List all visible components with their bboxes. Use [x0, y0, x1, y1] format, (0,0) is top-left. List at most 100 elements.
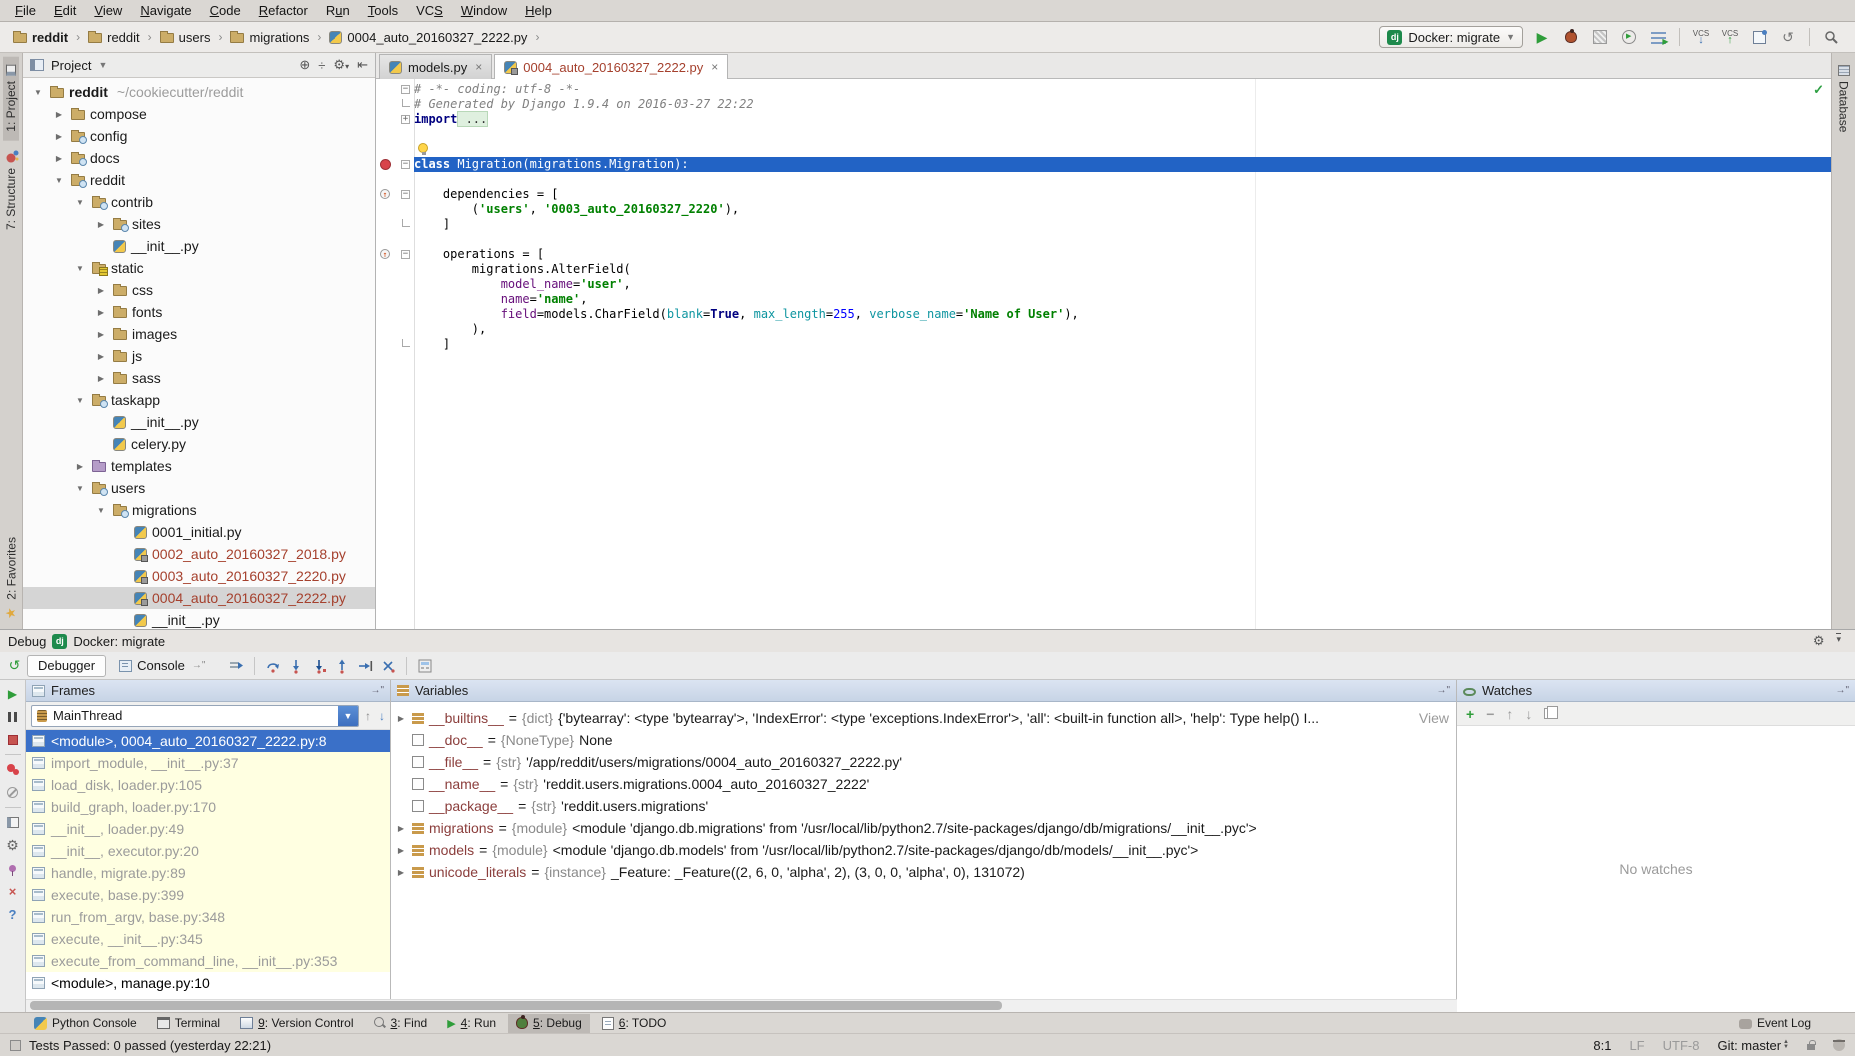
- thread-selector[interactable]: MainThread ▼: [31, 705, 359, 727]
- code-line[interactable]: ),: [376, 322, 1831, 337]
- code-line[interactable]: model_name='user',: [376, 277, 1831, 292]
- smart-step-into-button[interactable]: [378, 656, 398, 676]
- profiler-button[interactable]: [1619, 27, 1639, 47]
- menu-navigate[interactable]: Navigate: [131, 1, 200, 20]
- tree-item[interactable]: 0004_auto_20160327_2222.py: [23, 587, 375, 609]
- menu-view[interactable]: View: [85, 1, 131, 20]
- float-panel-icon[interactable]: →": [1835, 685, 1849, 696]
- code-line[interactable]: field=models.CharField(blank=True, max_l…: [376, 307, 1831, 322]
- collapsed-arrow-icon[interactable]: ▶: [94, 220, 108, 229]
- tool-window-button-find[interactable]: 3: Find: [366, 1014, 436, 1033]
- locate-file-button[interactable]: ⊕: [299, 57, 310, 73]
- code-line[interactable]: ↑− operations = [: [376, 247, 1831, 262]
- tree-item[interactable]: ▶compose: [23, 103, 375, 125]
- tree-item[interactable]: ▼reddit: [23, 169, 375, 191]
- expanded-arrow-icon[interactable]: ▼: [73, 396, 87, 405]
- view-link[interactable]: View: [1419, 710, 1452, 726]
- breadcrumb-item[interactable]: reddit: [85, 29, 143, 46]
- editor-tab[interactable]: models.py×: [379, 54, 492, 79]
- revert-button[interactable]: ↺: [1778, 27, 1798, 47]
- collapsed-arrow-icon[interactable]: ▶: [94, 308, 108, 317]
- vcs-commit-button[interactable]: VCS↑: [1720, 27, 1740, 47]
- editor-tab[interactable]: 0004_auto_20160327_2222.py×: [494, 54, 728, 79]
- event-log-button[interactable]: Event Log: [1731, 1014, 1819, 1033]
- variable-row[interactable]: ▶__builtins__ = {dict}{'bytearray': <typ…: [391, 707, 1456, 729]
- code-line[interactable]: [376, 172, 1831, 187]
- tree-item[interactable]: 0001_initial.py: [23, 521, 375, 543]
- debugger-settings-button[interactable]: ⚙: [4, 837, 21, 854]
- frame-row[interactable]: import_module, __init__.py:37: [26, 752, 390, 774]
- code-line[interactable]: −class Migration(migrations.Migration):: [376, 157, 1831, 172]
- code-line[interactable]: −# -*- coding: utf-8 -*-: [376, 82, 1831, 97]
- move-watch-up-button[interactable]: ↑: [1506, 706, 1513, 722]
- close-debug-button[interactable]: ×: [4, 883, 21, 900]
- tool-window-button-terminal[interactable]: Terminal: [149, 1014, 228, 1033]
- variable-row[interactable]: __file__ = {str}'/app/reddit/users/migra…: [391, 751, 1456, 773]
- next-frame-button[interactable]: ↓: [379, 709, 385, 723]
- debug-settings-gear-icon[interactable]: ⚙: [1813, 633, 1825, 649]
- frame-row[interactable]: __init__, executor.py:20: [26, 840, 390, 862]
- menu-file[interactable]: File: [6, 1, 45, 20]
- tree-item[interactable]: ▶sites: [23, 213, 375, 235]
- tree-item[interactable]: ▶config: [23, 125, 375, 147]
- code-line[interactable]: ]: [376, 337, 1831, 352]
- show-diff-button[interactable]: [1749, 27, 1769, 47]
- step-over-button[interactable]: [263, 656, 283, 676]
- code-line[interactable]: ↑− dependencies = [: [376, 187, 1831, 202]
- run-manage-task-button[interactable]: [1648, 27, 1668, 47]
- code-line[interactable]: # Generated by Django 1.9.4 on 2016-03-2…: [376, 97, 1831, 112]
- tree-item[interactable]: ▶css: [23, 279, 375, 301]
- chevron-down-icon[interactable]: ▼: [338, 706, 358, 726]
- move-watch-down-button[interactable]: ↓: [1525, 706, 1532, 722]
- help-button[interactable]: ?: [4, 906, 21, 923]
- frame-row[interactable]: __init__, loader.py:49: [26, 818, 390, 840]
- menu-vcs[interactable]: VCS: [407, 1, 452, 20]
- tab-console[interactable]: Console→": [108, 655, 216, 677]
- rerun-button[interactable]: ↺: [2, 657, 27, 674]
- run-configuration-select[interactable]: dj Docker: migrate ▼: [1379, 26, 1523, 48]
- variable-row[interactable]: ▶migrations = {module}<module 'django.db…: [391, 817, 1456, 839]
- lock-icon[interactable]: [1807, 1044, 1815, 1050]
- highlighting-level-icon[interactable]: [1833, 1039, 1845, 1051]
- pin-tab-button[interactable]: [4, 860, 21, 877]
- tree-item[interactable]: ▶sass: [23, 367, 375, 389]
- code-line[interactable]: [376, 232, 1831, 247]
- tree-item[interactable]: __init__.py: [23, 411, 375, 433]
- expanded-arrow-icon[interactable]: ▼: [73, 484, 87, 493]
- frame-row[interactable]: <module>, manage.py:10: [26, 972, 390, 994]
- caret-position[interactable]: 8:1: [1593, 1038, 1611, 1053]
- code-editor[interactable]: −# -*- coding: utf-8 -*-# Generated by D…: [376, 79, 1831, 629]
- sidebar-item-database[interactable]: Database: [1836, 57, 1852, 140]
- line-separator-indicator[interactable]: LF: [1629, 1038, 1644, 1053]
- frame-row[interactable]: <module>, 0004_auto_20160327_2222.py:8: [26, 730, 390, 752]
- collapsed-arrow-icon[interactable]: ▶: [73, 462, 87, 471]
- close-icon[interactable]: ×: [473, 60, 482, 74]
- hide-debug-panel-button[interactable]: ▾: [1836, 633, 1841, 649]
- step-out-button[interactable]: [332, 656, 352, 676]
- encoding-indicator[interactable]: UTF-8: [1663, 1038, 1700, 1053]
- git-branch-widget[interactable]: Git: master ▲▼: [1717, 1038, 1789, 1053]
- frame-row[interactable]: execute, base.py:399: [26, 884, 390, 906]
- frame-row[interactable]: handle, migrate.py:89: [26, 862, 390, 884]
- code-line[interactable]: ('users', '0003_auto_20160327_2220'),: [376, 202, 1831, 217]
- pause-button[interactable]: [4, 708, 21, 725]
- code-line[interactable]: +import ...: [376, 112, 1831, 127]
- menu-edit[interactable]: Edit: [45, 1, 85, 20]
- sidebar-item-project[interactable]: 1: Project: [3, 57, 19, 141]
- collapsed-arrow-icon[interactable]: ▶: [52, 154, 66, 163]
- tree-item[interactable]: ▶images: [23, 323, 375, 345]
- frame-row[interactable]: load_disk, loader.py:105: [26, 774, 390, 796]
- expand-arrow-icon[interactable]: ▶: [395, 846, 407, 855]
- menu-run[interactable]: Run: [317, 1, 359, 20]
- chevron-down-icon[interactable]: ▼: [98, 60, 107, 70]
- expanded-arrow-icon[interactable]: ▼: [31, 88, 45, 97]
- collapsed-arrow-icon[interactable]: ▶: [52, 110, 66, 119]
- expanded-arrow-icon[interactable]: ▼: [73, 264, 87, 273]
- resume-button[interactable]: ▶: [4, 685, 21, 702]
- tree-item[interactable]: ▶docs: [23, 147, 375, 169]
- frame-row[interactable]: build_graph, loader.py:170: [26, 796, 390, 818]
- tool-window-button-version-control[interactable]: 9: Version Control: [232, 1014, 361, 1033]
- tree-item[interactable]: ▼users: [23, 477, 375, 499]
- code-line[interactable]: name='name',: [376, 292, 1831, 307]
- settings-gear-icon[interactable]: ⚙▾: [333, 57, 349, 73]
